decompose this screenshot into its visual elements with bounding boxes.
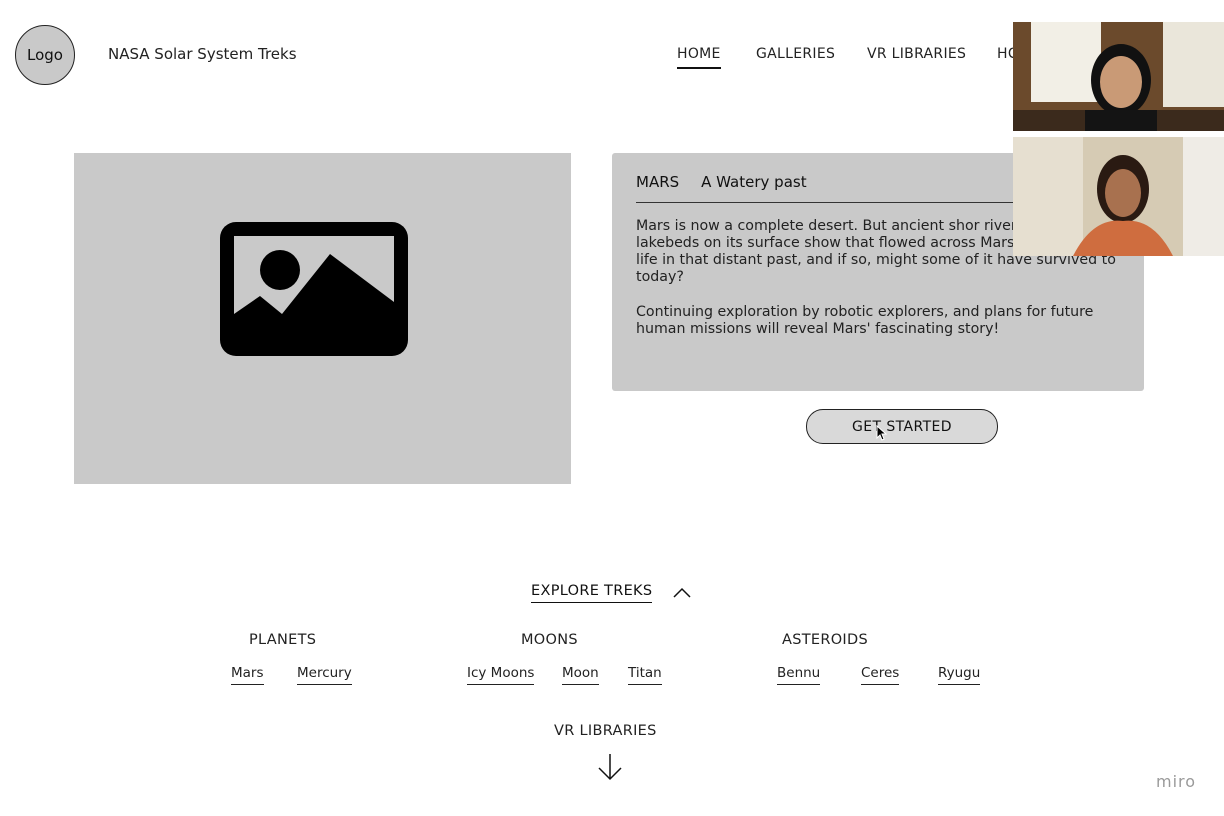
video-participant-2[interactable]	[1013, 137, 1224, 256]
card-paragraph: Continuing exploration by robotic explor…	[636, 304, 1094, 337]
image-placeholder-icon	[220, 222, 408, 356]
trek-link-moon[interactable]: Moon	[562, 665, 599, 685]
category-planets: PLANETS	[249, 632, 317, 648]
explore-treks-toggle[interactable]: EXPLORE TREKS	[531, 583, 653, 603]
trek-link-mercury[interactable]: Mercury	[297, 665, 352, 685]
card-heading-planet: MARS	[636, 173, 680, 191]
trek-link-ceres[interactable]: Ceres	[861, 665, 900, 685]
trek-link-titan[interactable]: Titan	[628, 665, 662, 685]
participant-video-frame	[1013, 22, 1224, 131]
nav-home[interactable]: HOME	[677, 46, 721, 69]
trek-link-ryugu[interactable]: Ryugu	[938, 665, 981, 685]
hero-image	[74, 153, 571, 484]
card-heading-subtitle: A Watery past	[701, 173, 807, 191]
nav-vr-libraries[interactable]: VR LIBRARIES	[867, 46, 966, 62]
video-participant-1[interactable]	[1013, 22, 1224, 131]
nav-galleries[interactable]: GALLERIES	[756, 46, 835, 62]
logo[interactable]: Logo	[15, 25, 75, 85]
get-started-button[interactable]: GET STARTED	[806, 409, 998, 444]
chevron-up-icon[interactable]	[672, 585, 692, 599]
participant-video-frame	[1013, 137, 1224, 256]
trek-link-mars[interactable]: Mars	[231, 665, 264, 685]
arrow-down-icon[interactable]	[597, 752, 623, 782]
logo-label: Logo	[27, 46, 63, 64]
card-heading: MARS A Watery past	[636, 173, 807, 191]
vr-libraries-label[interactable]: VR LIBRARIES	[554, 723, 657, 739]
trek-link-icy-moons[interactable]: Icy Moons	[467, 665, 535, 685]
category-asteroids: ASTEROIDS	[782, 632, 868, 648]
mouse-cursor-icon	[876, 425, 888, 441]
miro-watermark: miro	[1156, 772, 1197, 791]
trek-link-bennu[interactable]: Bennu	[777, 665, 821, 685]
site-title[interactable]: NASA Solar System Treks	[108, 45, 297, 63]
get-started-label: GET STARTED	[852, 418, 952, 435]
category-moons: MOONS	[521, 632, 578, 648]
